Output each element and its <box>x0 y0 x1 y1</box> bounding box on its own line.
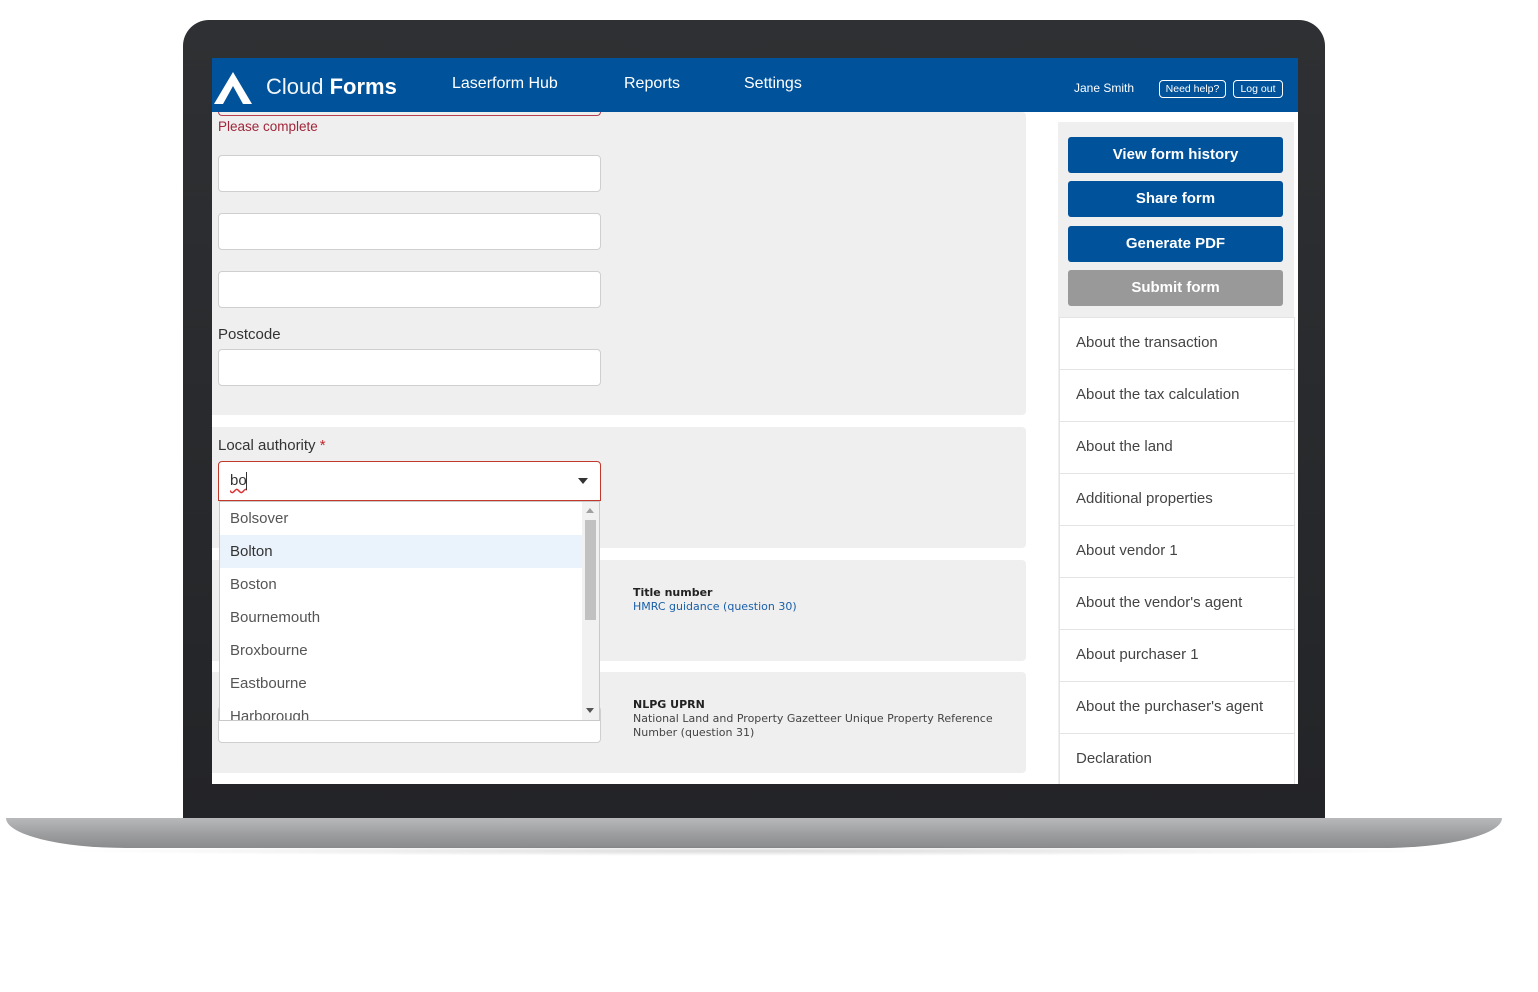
laptop-shadow <box>60 846 1450 856</box>
generate-pdf-button[interactable]: Generate PDF <box>1068 226 1283 262</box>
section-about-land[interactable]: About the land <box>1060 422 1294 474</box>
address-line-input-1[interactable] <box>218 155 601 192</box>
view-form-history-button[interactable]: View form history <box>1068 137 1283 173</box>
address-panel: Please complete Postcode <box>212 112 1026 415</box>
validation-error-text: Please complete <box>218 119 318 134</box>
local-authority-select[interactable]: bo <box>218 461 601 501</box>
title-number-label: Title number <box>633 586 713 599</box>
local-authority-dropdown: Bolsover Bolton Boston Bournemouth Broxb… <box>219 501 600 721</box>
scroll-down-arrow-icon[interactable] <box>586 708 594 713</box>
form-sidebar: View form history Share form Generate PD… <box>1058 122 1295 784</box>
address-line-input-2[interactable] <box>218 213 601 250</box>
section-additional-properties[interactable]: Additional properties <box>1060 474 1294 526</box>
local-authority-search-text[interactable]: bo <box>230 472 247 489</box>
option-eastbourne[interactable]: Eastbourne <box>220 667 582 700</box>
required-marker: * <box>319 437 326 454</box>
option-boston[interactable]: Boston <box>220 568 582 601</box>
logout-button[interactable]: Log out <box>1233 80 1283 98</box>
mountain-a-logo-icon[interactable] <box>212 70 256 106</box>
brand-name[interactable]: Cloud Forms <box>266 74 397 100</box>
laptop-base <box>6 818 1502 848</box>
dropdown-scrollbar[interactable] <box>582 502 599 720</box>
option-bolsover[interactable]: Bolsover <box>220 502 582 535</box>
hmrc-guidance-link[interactable]: HMRC guidance (question 30) <box>633 600 797 613</box>
user-name: Jane Smith <box>1074 81 1135 95</box>
nlpg-uprn-description: National Land and Property Gazetteer Uni… <box>633 712 993 739</box>
nlpg-uprn-label: NLPG UPRN <box>633 698 705 711</box>
postcode-input[interactable] <box>218 349 601 386</box>
scroll-up-arrow-icon[interactable] <box>586 508 594 513</box>
section-declaration[interactable]: Declaration <box>1060 734 1294 784</box>
section-about-transaction[interactable]: About the transaction <box>1060 318 1294 370</box>
top-nav-bar: Cloud Forms Laserform Hub Reports Settin… <box>212 58 1298 112</box>
errored-field-bottom-edge <box>218 112 601 116</box>
form-main-area: Please complete Postcode Local authority… <box>212 112 1026 784</box>
local-authority-label-text: Local authority <box>218 437 316 454</box>
brand-light: Cloud <box>266 74 324 99</box>
brand-bold: Forms <box>329 74 397 99</box>
section-about-tax-calculation[interactable]: About the tax calculation <box>1060 370 1294 422</box>
option-broxbourne[interactable]: Broxbourne <box>220 634 582 667</box>
section-about-purchasers-agent[interactable]: About the purchaser's agent <box>1060 682 1294 734</box>
submit-form-button[interactable]: Submit form <box>1068 270 1283 306</box>
nav-laserform-hub[interactable]: Laserform Hub <box>452 75 558 93</box>
share-form-button[interactable]: Share form <box>1068 181 1283 217</box>
need-help-button[interactable]: Need help? <box>1159 80 1226 98</box>
local-authority-label: Local authority * <box>218 437 326 454</box>
option-bournemouth[interactable]: Bournemouth <box>220 601 582 634</box>
nav-reports[interactable]: Reports <box>624 75 680 93</box>
section-about-vendors-agent[interactable]: About the vendor's agent <box>1060 578 1294 630</box>
nav-settings[interactable]: Settings <box>744 75 802 93</box>
option-harborough[interactable]: Harborough <box>220 700 582 720</box>
app-screen: Cloud Forms Laserform Hub Reports Settin… <box>212 58 1298 784</box>
section-nav-list: About the transaction About the tax calc… <box>1059 317 1295 784</box>
text-caret <box>246 472 247 490</box>
option-bolton[interactable]: Bolton <box>220 535 582 568</box>
scroll-thumb[interactable] <box>585 520 596 620</box>
section-about-purchaser-1[interactable]: About purchaser 1 <box>1060 630 1294 682</box>
address-line-input-3[interactable] <box>218 271 601 308</box>
postcode-label: Postcode <box>218 326 281 343</box>
section-about-vendor-1[interactable]: About vendor 1 <box>1060 526 1294 578</box>
chevron-down-icon[interactable] <box>578 478 588 484</box>
